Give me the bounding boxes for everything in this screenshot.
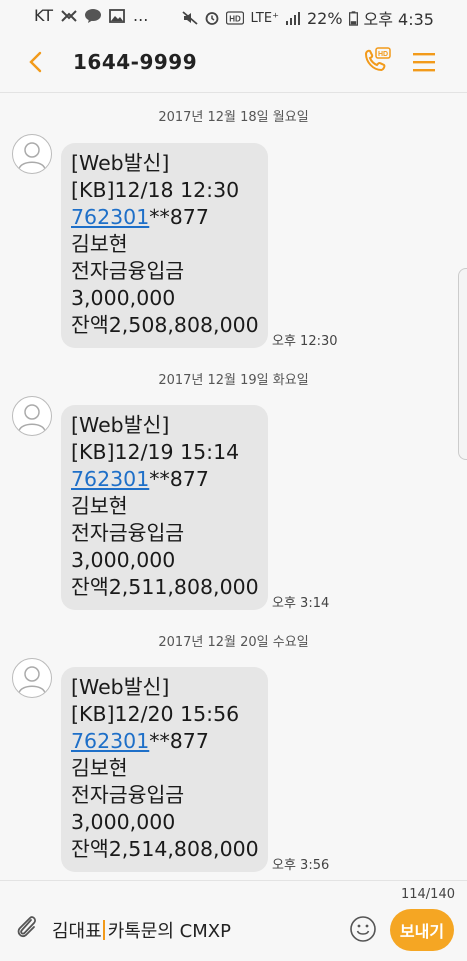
message-line: 잔액2,511,808,000 bbox=[71, 575, 259, 599]
account-number-link[interactable]: 762301 bbox=[71, 205, 149, 229]
message-bubble[interactable]: [Web발신] [KB]12/19 15:14 762301**877 김보현 … bbox=[61, 405, 268, 610]
contact-avatar-icon[interactable] bbox=[12, 396, 52, 436]
message-line: 3,000,000 bbox=[71, 286, 176, 310]
message-input[interactable]: 김대표 카톡문의 CMXP bbox=[52, 917, 231, 943]
message-line: 전자금융입금 bbox=[71, 521, 185, 545]
input-text-after-cursor: 카톡문의 CMXP bbox=[107, 921, 231, 942]
battery-icon bbox=[348, 10, 358, 26]
signal-icon bbox=[285, 12, 300, 25]
menu-icon[interactable] bbox=[413, 50, 435, 74]
message-line: 잔액2,514,808,000 bbox=[71, 837, 259, 861]
account-number-link[interactable]: 762301 bbox=[71, 729, 149, 753]
message-time: 오후 12:30 bbox=[272, 334, 338, 349]
account-number-masked: **877 bbox=[149, 205, 209, 229]
svg-text:HD: HD bbox=[230, 15, 242, 24]
talk-icon bbox=[85, 8, 102, 23]
account-number-masked: **877 bbox=[149, 467, 209, 491]
status-bar: KT ... HD LTE⁺ 22% 오후 4:35 bbox=[0, 0, 467, 32]
text-cursor bbox=[102, 920, 105, 940]
status-bar-right: HD LTE⁺ 22% 오후 4:35 bbox=[182, 6, 434, 30]
message-line: 김보현 bbox=[71, 494, 128, 518]
message-line: 김보현 bbox=[71, 756, 128, 780]
send-button[interactable]: 보내기 bbox=[390, 909, 454, 951]
message-line: 3,000,000 bbox=[71, 810, 176, 834]
message-line: 전자금융입금 bbox=[71, 259, 185, 283]
scroll-handle[interactable] bbox=[458, 268, 467, 460]
contact-avatar-icon[interactable] bbox=[12, 134, 52, 174]
account-line: 762301**877 bbox=[71, 728, 268, 755]
account-number-masked: **877 bbox=[149, 729, 209, 753]
message-line: [Web발신] bbox=[71, 413, 170, 437]
message-bubble[interactable]: [Web발신] [KB]12/18 12:30 762301**877 김보현 … bbox=[61, 143, 268, 348]
date-separator: 2017년 12월 18일 월요일 bbox=[158, 110, 309, 125]
contact-number-title: 1644-9999 bbox=[73, 50, 198, 74]
account-line: 762301**877 bbox=[71, 204, 268, 231]
account-line: 762301**877 bbox=[71, 466, 268, 493]
message-line: [KB]12/19 15:14 bbox=[71, 440, 240, 464]
conversation-header: 1644-9999 HD bbox=[0, 32, 467, 93]
message-line: [KB]12/20 15:56 bbox=[71, 702, 240, 726]
more-notifications: ... bbox=[133, 6, 149, 25]
message-line: 김보현 bbox=[71, 232, 128, 256]
message-bubble[interactable]: [Web발신] [KB]12/20 15:56 762301**877 김보현 … bbox=[61, 667, 268, 872]
message-time: 오후 3:56 bbox=[272, 858, 330, 873]
message-line: [Web발신] bbox=[71, 151, 170, 175]
emoji-icon[interactable] bbox=[349, 915, 377, 943]
input-text-before-cursor: 김대표 bbox=[52, 921, 102, 942]
gallery-icon bbox=[109, 8, 125, 23]
hd-call-badge: HD bbox=[378, 51, 388, 58]
battery-percent: 22% bbox=[306, 8, 343, 28]
date-separator: 2017년 12월 19일 화요일 bbox=[158, 373, 309, 388]
status-bar-left: KT ... bbox=[34, 6, 148, 25]
message-composer: 114/140 김대표 카톡문의 CMXP 보내기 bbox=[0, 880, 467, 961]
paperclip-icon[interactable] bbox=[14, 913, 40, 941]
message-line: [KB]12/18 12:30 bbox=[71, 178, 240, 202]
message-line: 3,000,000 bbox=[71, 548, 176, 572]
message-line: [Web발신] bbox=[71, 675, 170, 699]
account-number-link[interactable]: 762301 bbox=[71, 467, 149, 491]
mute-icon bbox=[182, 11, 199, 25]
message-line: 전자금융입금 bbox=[71, 783, 185, 807]
carrier-label: KT bbox=[34, 6, 54, 25]
contact-avatar-icon[interactable] bbox=[12, 658, 52, 698]
back-arrow-icon[interactable] bbox=[22, 48, 50, 76]
message-line: 잔액2,508,808,000 bbox=[71, 313, 259, 337]
hd-icon: HD bbox=[226, 11, 245, 25]
message-time: 오후 3:14 bbox=[272, 596, 330, 611]
hd-call-icon[interactable]: HD bbox=[360, 46, 392, 78]
clock: 오후 4:35 bbox=[363, 10, 434, 29]
notification-icon bbox=[61, 9, 77, 22]
date-separator: 2017년 12월 20일 수요일 bbox=[158, 635, 309, 650]
character-counter: 114/140 bbox=[400, 887, 455, 902]
network-label: LTE⁺ bbox=[250, 10, 279, 26]
alarm-icon bbox=[206, 12, 219, 25]
